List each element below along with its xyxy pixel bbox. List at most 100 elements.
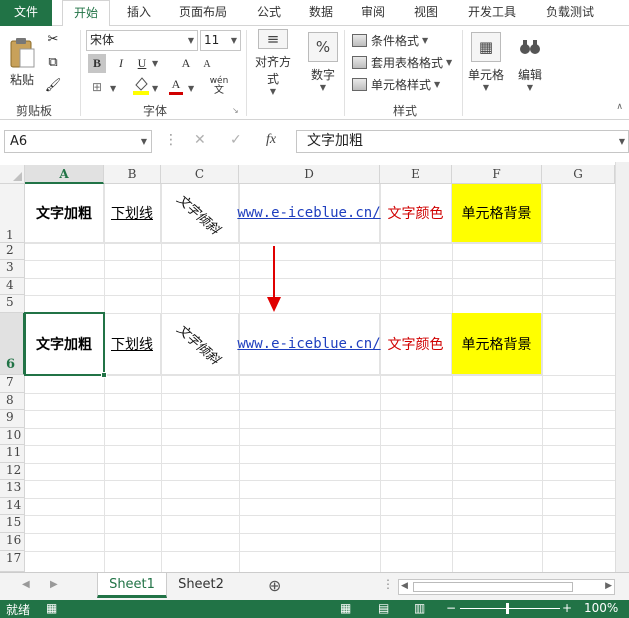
cell-b6[interactable]: 下划线 <box>104 313 161 375</box>
cell-styles-button[interactable]: 单元格样式 ▼ <box>352 74 440 95</box>
cut-icon[interactable]: ✂ <box>44 30 62 48</box>
tab-review[interactable]: 审阅 <box>352 0 394 26</box>
zoom-out-icon[interactable]: − <box>446 601 456 615</box>
row-header-14[interactable]: 14 <box>0 498 25 515</box>
zoom-in-icon[interactable]: + <box>562 601 572 615</box>
cell-f1[interactable]: 单元格背景 <box>452 184 542 243</box>
chevron-down-icon[interactable]: ▼ <box>619 137 625 146</box>
alignment-button[interactable]: ≡ 对齐方式 ▼ <box>250 28 296 96</box>
border-icon[interactable]: ⊞ <box>88 78 106 96</box>
select-all-corner[interactable] <box>0 165 25 184</box>
row-header-15[interactable]: 15 <box>0 515 25 533</box>
row-header-9[interactable]: 9 <box>0 410 25 428</box>
tab-home[interactable]: 开始 <box>62 0 110 27</box>
column-header-c[interactable]: C <box>161 165 239 184</box>
collapse-ribbon-icon[interactable]: ∧ <box>616 102 623 112</box>
scroll-thumb[interactable] <box>413 582 573 592</box>
normal-view-icon[interactable]: ▦ <box>340 601 351 615</box>
cell-f6[interactable]: 单元格背景 <box>452 313 542 375</box>
row-header-4[interactable]: 4 <box>0 278 25 295</box>
chevron-down-icon[interactable]: ▼ <box>152 59 158 68</box>
chevron-down-icon[interactable]: ▼ <box>188 84 194 93</box>
prev-sheet-icon[interactable]: ◀ <box>22 579 30 590</box>
row-header-5[interactable]: 5 <box>0 295 25 313</box>
macro-record-icon[interactable]: ▦ <box>46 601 57 615</box>
column-header-d[interactable]: D <box>239 165 380 184</box>
insert-function-icon[interactable]: fx <box>266 132 276 148</box>
phonetic-button[interactable]: wén 文 <box>208 76 230 96</box>
zoom-level[interactable]: 100% <box>584 601 618 615</box>
row-header-10[interactable]: 10 <box>0 428 25 445</box>
cell-b1[interactable]: 下划线 <box>104 184 161 243</box>
font-name-select[interactable]: 宋体 ▼ <box>86 30 198 51</box>
active-cell-selection[interactable] <box>24 312 107 378</box>
cell-a1[interactable]: 文字加粗 <box>25 184 104 243</box>
format-as-table-button[interactable]: 套用表格格式 ▼ <box>352 52 452 73</box>
tab-insert[interactable]: 插入 <box>118 0 160 26</box>
editing-button[interactable]: 编辑 ▼ <box>512 30 548 94</box>
font-color-button[interactable]: A <box>168 76 184 96</box>
sheet-tab-sheet2[interactable]: Sheet2 <box>168 573 234 598</box>
row-header-7[interactable]: 7 <box>0 375 25 393</box>
column-header-e[interactable]: E <box>380 165 452 184</box>
cell-e6[interactable]: 文字颜色 <box>380 313 452 375</box>
horizontal-scrollbar[interactable]: ◀ ▶ <box>398 579 615 595</box>
column-header-f[interactable]: F <box>452 165 542 184</box>
cells-button[interactable]: ▦ 单元格 ▼ <box>466 30 506 94</box>
add-sheet-icon[interactable]: ⊕ <box>268 576 281 595</box>
name-box[interactable]: A6 ▼ <box>4 130 152 153</box>
tab-formulas[interactable]: 公式 <box>248 0 290 26</box>
chevron-down-icon[interactable]: ▼ <box>152 84 158 93</box>
scroll-right-icon[interactable]: ▶ <box>605 581 612 591</box>
dialog-launcher-icon[interactable]: ↘ <box>232 106 239 115</box>
tab-load-test[interactable]: 负载测试 <box>538 0 602 26</box>
tab-view[interactable]: 视图 <box>405 0 447 26</box>
shrink-font-button[interactable]: A <box>200 56 214 73</box>
tab-data[interactable]: 数据 <box>300 0 342 26</box>
sheet-tab-sheet1[interactable]: Sheet1 <box>97 573 167 598</box>
row-header-1[interactable]: 1 <box>0 184 25 243</box>
page-layout-view-icon[interactable]: ▤ <box>378 601 389 615</box>
cell-c1[interactable]: 文字倾斜 <box>161 184 239 243</box>
underline-button[interactable]: U <box>134 54 150 73</box>
fill-color-icon[interactable] <box>132 76 150 95</box>
column-header-g[interactable]: G <box>542 165 615 184</box>
paste-button[interactable]: 粘贴 <box>6 32 38 92</box>
cell-d1[interactable]: www.e-iceblue.cn/ <box>237 184 381 243</box>
tab-developer[interactable]: 开发工具 <box>460 0 524 26</box>
page-break-view-icon[interactable]: ▥ <box>414 601 425 615</box>
conditional-format-button[interactable]: 条件格式 ▼ <box>352 30 428 51</box>
cell-e1[interactable]: 文字颜色 <box>380 184 452 243</box>
row-header-11[interactable]: 11 <box>0 445 25 463</box>
italic-button[interactable]: I <box>112 54 130 73</box>
zoom-slider[interactable] <box>460 608 560 609</box>
column-header-a[interactable]: A <box>25 165 104 184</box>
row-header-8[interactable]: 8 <box>0 393 25 410</box>
worksheet-grid[interactable]: A B C D E F G 1 2 3 4 5 6 7 8 9 10 11 12… <box>0 162 615 572</box>
row-header-3[interactable]: 3 <box>0 260 25 278</box>
column-header-b[interactable]: B <box>104 165 161 184</box>
tab-file[interactable]: 文件 <box>0 0 52 26</box>
cancel-icon[interactable]: ✕ <box>194 132 206 148</box>
enter-icon[interactable]: ✓ <box>230 132 242 148</box>
row-header-13[interactable]: 13 <box>0 480 25 498</box>
copy-icon[interactable]: ⧉ <box>44 53 62 71</box>
cell-c6[interactable]: 文字倾斜 <box>161 313 239 375</box>
number-button[interactable]: % 数字 ▼ <box>304 30 342 94</box>
formula-input[interactable]: 文字加粗 <box>296 130 629 153</box>
zoom-slider-thumb[interactable] <box>506 603 509 614</box>
scroll-left-icon[interactable]: ◀ <box>401 581 408 591</box>
fill-handle[interactable] <box>101 372 107 378</box>
bold-button[interactable]: B <box>88 54 106 73</box>
chevron-down-icon[interactable]: ▼ <box>110 84 116 93</box>
next-sheet-icon[interactable]: ▶ <box>50 579 58 590</box>
cell-d6[interactable]: www.e-iceblue.cn/ <box>237 313 381 375</box>
tab-page-layout[interactable]: 页面布局 <box>172 0 234 26</box>
vertical-scrollbar[interactable] <box>615 162 629 572</box>
grow-font-button[interactable]: A <box>178 54 194 73</box>
row-header-12[interactable]: 12 <box>0 463 25 480</box>
row-header-17[interactable]: 17 <box>0 551 25 572</box>
row-header-2[interactable]: 2 <box>0 243 25 260</box>
format-painter-icon[interactable]: 🖌 <box>44 76 62 94</box>
row-header-6[interactable]: 6 <box>0 313 25 375</box>
